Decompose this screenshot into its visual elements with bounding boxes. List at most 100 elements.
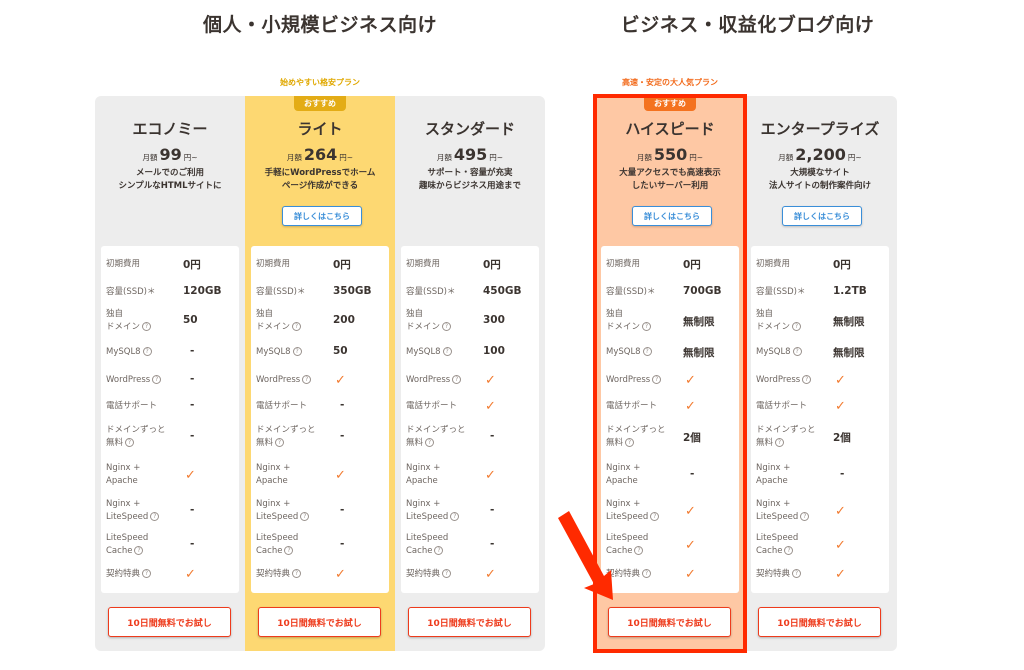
description-line: したいサーバー利用 [631, 181, 709, 191]
price-prefix: 月額 [778, 153, 794, 162]
help-icon[interactable]: ? [800, 512, 810, 521]
help-icon[interactable]: ? [642, 322, 652, 331]
spec-row: 電話サポート ✓ [401, 396, 539, 416]
spec-label-text: ドメインずっと [606, 425, 666, 435]
spec-label: WordPress? [756, 374, 812, 387]
help-icon[interactable]: ? [292, 347, 302, 356]
spec-table: 初期費用 0円 容量(SSD)＊ 120GB 独自 ドメイン? 50 MySQL8? - Word… [101, 246, 239, 593]
plan-name: エコノミー [132, 120, 208, 138]
spec-label-line: 容量(SSD)＊ [606, 286, 655, 299]
details-button[interactable]: 詳しくはこちら [782, 206, 862, 226]
help-icon[interactable]: ? [642, 347, 652, 356]
spec-label-text: 無料 [606, 438, 624, 448]
help-icon[interactable]: ? [302, 375, 312, 384]
spec-value: 無制限 [833, 316, 865, 328]
check-icon: ✓ [685, 373, 696, 388]
spec-label-text: WordPress [406, 375, 451, 385]
help-icon[interactable]: ? [792, 347, 802, 356]
free-trial-button[interactable]: 10日間無料でお試し [408, 607, 531, 637]
free-trial-button[interactable]: 10日間無料でお試し [258, 607, 381, 637]
spec-label-line: 初期費用 [756, 258, 790, 271]
spec-label: 容量(SSD)＊ [256, 286, 305, 299]
help-icon[interactable]: ? [442, 322, 452, 331]
help-icon[interactable]: ? [442, 347, 452, 356]
spec-label-line: 契約特典? [606, 568, 652, 581]
help-icon[interactable]: ? [292, 569, 302, 578]
spec-row: Nginx + LiteSpeed? - [101, 496, 239, 526]
spec-label: LiteSpeed Cache? [106, 532, 148, 558]
help-icon[interactable]: ? [792, 569, 802, 578]
spec-label-text: 容量(SSD)＊ [756, 287, 806, 297]
help-icon[interactable]: ? [775, 438, 785, 447]
spec-row: 契約特典? ✓ [101, 564, 239, 584]
free-trial-button[interactable]: 10日間無料でお試し [608, 607, 731, 637]
help-icon[interactable]: ? [425, 438, 435, 447]
help-icon[interactable]: ? [434, 546, 444, 555]
spec-label: ドメインずっと 無料? [756, 424, 816, 450]
spec-label-line: Nginx + [256, 462, 290, 475]
spec-value: 0円 [333, 259, 351, 271]
help-icon[interactable]: ? [792, 322, 802, 331]
plan-description: 手軽にWordPressでホーム ページ作成ができる [265, 167, 376, 193]
help-icon[interactable]: ? [150, 512, 160, 521]
spec-label-line: 無料? [756, 437, 816, 450]
price-suffix: 円~ [339, 153, 354, 162]
help-icon[interactable]: ? [125, 438, 135, 447]
help-icon[interactable]: ? [802, 375, 812, 384]
spec-label-line: Cache? [106, 545, 148, 558]
spec-value-none: - [190, 373, 195, 385]
spec-label: ドメインずっと 無料? [406, 424, 466, 450]
spec-row: WordPress? ✓ [751, 370, 889, 390]
spec-table: 初期費用 0円 容量(SSD)＊ 450GB 独自 ドメイン? 300 MySQL8? 100 W… [401, 246, 539, 593]
spec-row: 容量(SSD)＊ 450GB [401, 282, 539, 302]
help-icon[interactable]: ? [442, 569, 452, 578]
spec-label-text: Cache [756, 546, 783, 556]
spec-row: 電話サポート - [101, 396, 239, 416]
check-icon: ✓ [685, 538, 696, 553]
details-button[interactable]: 詳しくはこちら [632, 206, 712, 226]
description-line: 趣味からビジネス用途まで [418, 181, 521, 191]
spec-value: 300 [483, 314, 505, 326]
spec-label-text: ドメイン [606, 322, 641, 332]
spec-value-none: - [340, 504, 345, 516]
help-icon[interactable]: ? [450, 512, 460, 521]
help-icon[interactable]: ? [292, 322, 302, 331]
spec-label: Nginx + LiteSpeed? [756, 498, 810, 524]
plan-name: ハイスピード [625, 120, 715, 138]
free-trial-button[interactable]: 10日間無料でお試し [758, 607, 881, 637]
spec-label: 独自 ドメイン? [106, 308, 152, 334]
help-icon[interactable]: ? [652, 375, 662, 384]
spec-label-text: LiteSpeed [106, 512, 149, 522]
help-icon[interactable]: ? [625, 438, 635, 447]
help-icon[interactable]: ? [142, 569, 152, 578]
spec-row: MySQL8? 50 [251, 342, 389, 362]
help-icon[interactable]: ? [142, 347, 152, 356]
price-amount: 495 [453, 145, 488, 164]
help-icon[interactable]: ? [142, 322, 152, 331]
spec-label-line: 無料? [106, 437, 166, 450]
spec-label-text: Cache [106, 546, 133, 556]
help-icon[interactable]: ? [152, 375, 162, 384]
help-icon[interactable]: ? [452, 375, 462, 384]
spec-row: LiteSpeed Cache? ✓ [601, 530, 739, 560]
help-icon[interactable]: ? [642, 569, 652, 578]
spec-label-line: Apache [756, 475, 790, 488]
help-icon[interactable]: ? [134, 546, 144, 555]
help-icon[interactable]: ? [284, 546, 294, 555]
spec-table: 初期費用 0円 容量(SSD)＊ 1.2TB 独自 ドメイン? 無制限 MySQL8? 無制限 W… [751, 246, 889, 593]
spec-value: 50 [333, 345, 348, 357]
help-icon[interactable]: ? [300, 512, 310, 521]
spec-label: Nginx + LiteSpeed? [256, 498, 310, 524]
spec-label-text: 初期費用 [106, 259, 141, 269]
spec-label-text: MySQL8 [106, 347, 141, 357]
help-icon[interactable]: ? [634, 546, 644, 555]
spec-row: 容量(SSD)＊ 700GB [601, 282, 739, 302]
spec-label-line: ドメインずっと [256, 424, 316, 437]
help-icon[interactable]: ? [650, 512, 660, 521]
free-trial-button[interactable]: 10日間無料でお試し [108, 607, 231, 637]
help-icon[interactable]: ? [275, 438, 285, 447]
spec-value-none: - [190, 538, 195, 550]
spec-label-line: LiteSpeed? [106, 511, 160, 524]
help-icon[interactable]: ? [784, 546, 794, 555]
details-button[interactable]: 詳しくはこちら [282, 206, 362, 226]
